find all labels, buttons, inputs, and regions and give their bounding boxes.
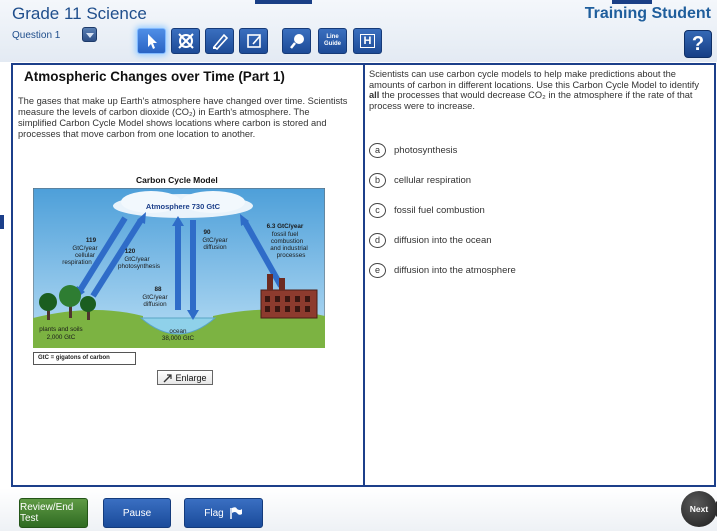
reservoir-label: 38,000 GtC bbox=[162, 335, 195, 342]
notepad-tool-button[interactable] bbox=[239, 28, 268, 54]
notepad-icon bbox=[246, 34, 261, 48]
flux-label: photosynthesis bbox=[118, 263, 160, 270]
next-button[interactable]: Next bbox=[681, 491, 717, 527]
diagram-legend: GtC = gigatons of carbon bbox=[33, 352, 136, 365]
stem-part: Scientists can use carbon cycle models t… bbox=[369, 69, 700, 90]
flux-label: diffusion bbox=[203, 244, 227, 251]
passage-text: The gases that make up Earth's atmospher… bbox=[18, 96, 348, 139]
reservoir-label: plants and soils bbox=[39, 326, 82, 333]
top-strip bbox=[255, 0, 312, 4]
choice-text: diffusion into the ocean bbox=[394, 234, 492, 246]
stem-part: the processes that would decrease CO₂ in… bbox=[369, 90, 693, 111]
flux-label: cellular bbox=[75, 252, 95, 259]
strikethrough-tool-button[interactable] bbox=[171, 28, 200, 54]
pointer-icon bbox=[147, 34, 157, 49]
reservoir-label: 2,000 GtC bbox=[47, 334, 76, 341]
stem-emphasis: all bbox=[369, 90, 380, 101]
choice-bubble[interactable]: a bbox=[369, 142, 386, 158]
choice-bubble[interactable]: d bbox=[369, 232, 386, 248]
flux-label: 90 bbox=[203, 229, 211, 236]
side-marker bbox=[0, 215, 4, 229]
passage-title: Atmospheric Changes over Time (Part 1) bbox=[24, 69, 285, 84]
question-label: Question 1 bbox=[12, 30, 61, 41]
flux-label: GtC/year bbox=[124, 256, 149, 263]
answer-choice-c[interactable]: c fossil fuel combustion bbox=[369, 201, 669, 219]
reservoir-label: ocean bbox=[169, 328, 187, 335]
answer-choice-d[interactable]: d diffusion into the ocean bbox=[369, 231, 669, 249]
flux-label: fossil fuel bbox=[272, 231, 298, 238]
flux-label: processes bbox=[277, 252, 306, 259]
choice-text: cellular respiration bbox=[394, 174, 472, 186]
carbon-cycle-diagram: Atmosphere 730 GtC 119 GtC/year cellular… bbox=[33, 188, 325, 348]
magnifier-tool-button[interactable] bbox=[282, 28, 311, 54]
enlarge-button[interactable]: Enlarge bbox=[157, 370, 213, 385]
question-stem: Scientists can use carbon cycle models t… bbox=[369, 69, 704, 111]
flux-label: 88 bbox=[154, 286, 162, 293]
choice-text: diffusion into the atmosphere bbox=[394, 264, 516, 276]
question-dropdown-button[interactable] bbox=[82, 27, 97, 42]
panel-divider bbox=[363, 65, 365, 485]
highlighter-icon bbox=[212, 33, 228, 50]
answer-choice-a[interactable]: a photosynthesis bbox=[369, 141, 669, 159]
enlarge-label: Enlarge bbox=[175, 372, 207, 383]
flux-label: respiration bbox=[62, 259, 92, 266]
answer-choice-e[interactable]: e diffusion into the atmosphere bbox=[369, 261, 669, 279]
review-end-test-button[interactable]: Review/End Test bbox=[19, 498, 88, 528]
choice-text: photosynthesis bbox=[394, 144, 458, 156]
hide-tool-button[interactable]: H bbox=[353, 28, 382, 54]
flag-button[interactable]: Flag bbox=[184, 498, 263, 528]
course-title: Grade 11 Science bbox=[12, 4, 147, 23]
flux-label: and industrial bbox=[270, 245, 307, 252]
diagram-title: Carbon Cycle Model bbox=[136, 175, 218, 185]
line-guide-label: Line Guide bbox=[323, 34, 341, 47]
choice-bubble[interactable]: e bbox=[369, 262, 386, 278]
flux-label: GtC/year bbox=[142, 294, 167, 301]
line-guide-tool-button[interactable]: Line Guide bbox=[318, 28, 347, 54]
pause-button[interactable]: Pause bbox=[103, 498, 171, 528]
highlighter-tool-button[interactable] bbox=[205, 28, 234, 54]
flux-label: diffusion bbox=[143, 301, 167, 308]
choice-bubble[interactable]: b bbox=[369, 172, 386, 188]
answer-choice-b[interactable]: b cellular respiration bbox=[369, 171, 669, 189]
flux-label: GtC/year bbox=[202, 237, 227, 244]
atmosphere-label: Atmosphere 730 GtC bbox=[146, 202, 221, 211]
flux-label: combustion bbox=[271, 238, 304, 245]
flux-label: 120 bbox=[125, 248, 136, 255]
pointer-tool-button[interactable] bbox=[137, 28, 166, 54]
help-button[interactable]: ? bbox=[684, 30, 712, 58]
choice-text: fossil fuel combustion bbox=[394, 204, 485, 216]
flag-icon bbox=[229, 507, 242, 519]
magnifier-icon bbox=[289, 34, 304, 49]
strikethrough-icon bbox=[177, 33, 194, 49]
flux-label: 119 bbox=[86, 237, 97, 244]
flux-label: GtC/year bbox=[72, 245, 97, 252]
flag-label: Flag bbox=[204, 507, 224, 519]
top-strip bbox=[612, 0, 652, 4]
hide-tool-label: H bbox=[359, 34, 376, 48]
enlarge-icon bbox=[163, 373, 173, 382]
student-name: Training Student bbox=[584, 5, 711, 22]
choice-bubble[interactable]: c bbox=[369, 202, 386, 218]
flux-label: 6.3 GtC/year bbox=[267, 223, 304, 230]
test-header: Grade 11 Science Training Student Questi… bbox=[0, 0, 717, 62]
